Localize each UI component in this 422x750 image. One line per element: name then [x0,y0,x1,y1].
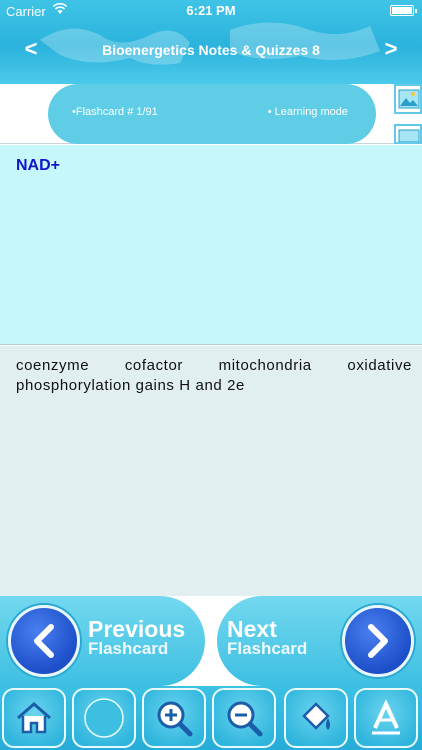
battery-icon [390,5,417,16]
home-icon [17,702,51,734]
next-label-line2: Flashcard [227,639,308,658]
image-toggle-button[interactable] [394,84,422,114]
mode-label: • Learning mode [267,106,348,118]
zoom-out-button[interactable] [212,688,276,748]
flashcard-term: NAD+ [16,157,61,174]
text-format-button[interactable] [354,688,418,748]
blank-button[interactable] [72,688,136,748]
page-title: Bioenergetics Notes & Quizzes 8 [102,42,320,58]
slideshow-icon [398,129,420,142]
next-flashcard-label: Next Flashcard [227,618,307,658]
status-bar: Carrier 6:21 PM [0,0,422,22]
flashcard-back[interactable]: coenzyme cofactor mitochondria oxidative… [0,346,422,596]
status-time: 6:21 PM [186,3,236,18]
paint-bucket-icon [302,702,330,730]
previous-flashcard-label: Previous Flashcard [88,618,185,658]
flashcard-counter: •Flashcard # 1/91 [72,106,158,118]
previous-label-line1: Previous [88,616,186,642]
zoom-in-button[interactable] [142,688,206,748]
home-button[interactable] [2,688,66,748]
info-bar: •Flashcard # 1/91 • Learning mode [0,84,422,144]
header-next-button[interactable]: > [376,36,406,62]
next-flashcard-button[interactable]: Next Flashcard [217,596,422,686]
color-button[interactable] [284,688,348,748]
slideshow-button[interactable] [394,124,422,144]
zoom-out-icon [227,701,263,737]
flashcard-info-pill: •Flashcard # 1/91 • Learning mode [48,84,376,144]
flashcard-definition: coenzyme cofactor mitochondria oxidative… [16,357,412,394]
text-format-icon [372,699,400,735]
app-header: Carrier 6:21 PM < Bioenergetics Notes & … [0,0,422,84]
image-icon [398,89,420,109]
previous-label-line2: Flashcard [88,639,169,658]
blank-icon [84,698,124,738]
previous-flashcard-button[interactable]: Previous Flashcard [0,596,205,686]
bottom-toolbar [0,686,422,750]
flashcard-navigation: Previous Flashcard Next Flashcard [0,596,422,686]
zoom-in-icon [157,701,193,737]
right-arrow-icon [342,605,414,677]
flashcard-front[interactable]: NAD+ [0,145,422,345]
next-label-line1: Next [227,616,277,642]
left-arrow-icon [8,605,80,677]
